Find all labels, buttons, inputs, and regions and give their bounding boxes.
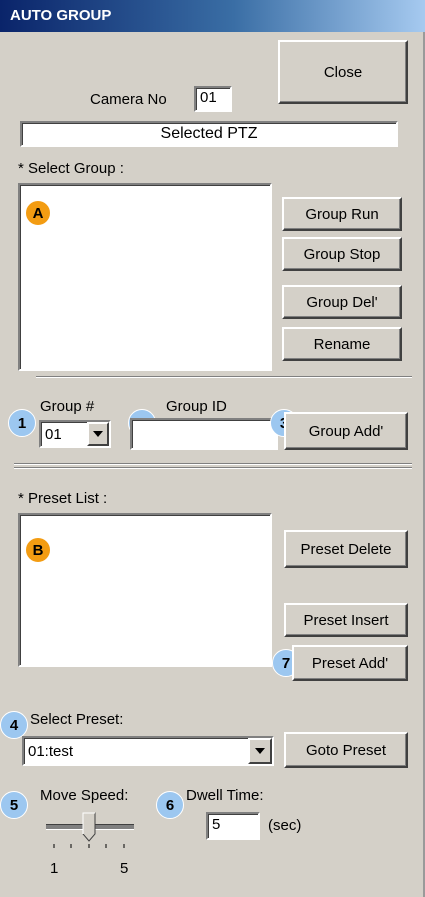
speed-max-label: 5: [120, 860, 129, 877]
dwell-time-label: Dwell Time:: [186, 787, 264, 804]
speed-min-label: 1: [50, 860, 59, 877]
close-button[interactable]: Close: [278, 40, 408, 104]
group-stop-button[interactable]: Group Stop: [282, 237, 402, 271]
group-id-input[interactable]: [130, 418, 278, 450]
badge-5: 5: [0, 791, 28, 819]
badge-6: 6: [156, 791, 184, 819]
slider-thumb[interactable]: [82, 812, 96, 842]
window-titlebar: AUTO GROUP: [0, 0, 425, 32]
group-num-label: Group #: [40, 398, 95, 415]
select-preset-dropdown-button[interactable]: [248, 738, 272, 764]
select-preset-value: 01:test: [28, 742, 74, 760]
slider-ticks: [53, 844, 125, 848]
preset-delete-button[interactable]: Preset Delete: [284, 530, 408, 568]
move-speed-label: Move Speed:: [40, 787, 129, 804]
rename-button[interactable]: Rename: [282, 327, 402, 361]
dwell-time-input[interactable]: 5: [206, 812, 260, 840]
preset-list-label: * Preset List :: [18, 490, 108, 507]
badge-1: 1: [8, 409, 36, 437]
group-number-dropdown-button[interactable]: [87, 422, 109, 446]
group-run-button[interactable]: Group Run: [282, 197, 402, 231]
group-add-button[interactable]: Group Add': [284, 412, 408, 450]
selected-ptz-field: Selected PTZ: [20, 121, 398, 147]
marker-b-badge: B: [25, 537, 51, 563]
chevron-down-icon: [93, 431, 103, 437]
preset-insert-button[interactable]: Preset Insert: [284, 603, 408, 637]
dwell-unit-label: (sec): [268, 817, 302, 834]
badge-4: 4: [0, 711, 28, 739]
group-del-button[interactable]: Group Del': [282, 285, 402, 319]
select-preset-dropdown[interactable]: 01:test: [22, 736, 274, 766]
group-number-select[interactable]: 01: [39, 420, 111, 448]
marker-a-badge: A: [25, 200, 51, 226]
move-speed-slider[interactable]: 1 5: [40, 812, 140, 882]
preset-add-button[interactable]: Preset Add': [292, 645, 408, 681]
select-preset-label: Select Preset:: [30, 711, 124, 728]
separator-2a: [14, 463, 412, 465]
camera-no-field[interactable]: 01: [194, 86, 232, 112]
preset-listbox[interactable]: [18, 513, 272, 667]
select-group-label: * Select Group :: [18, 160, 124, 177]
group-listbox[interactable]: [18, 183, 272, 371]
camera-no-label: Camera No: [90, 91, 167, 108]
window-title: AUTO GROUP: [10, 7, 112, 24]
group-id-label: Group ID: [166, 398, 227, 415]
goto-preset-button[interactable]: Goto Preset: [284, 732, 408, 768]
separator-1: [36, 376, 412, 378]
separator-2b: [14, 467, 412, 469]
group-number-value: 01: [45, 425, 62, 443]
chevron-down-icon: [255, 748, 265, 754]
